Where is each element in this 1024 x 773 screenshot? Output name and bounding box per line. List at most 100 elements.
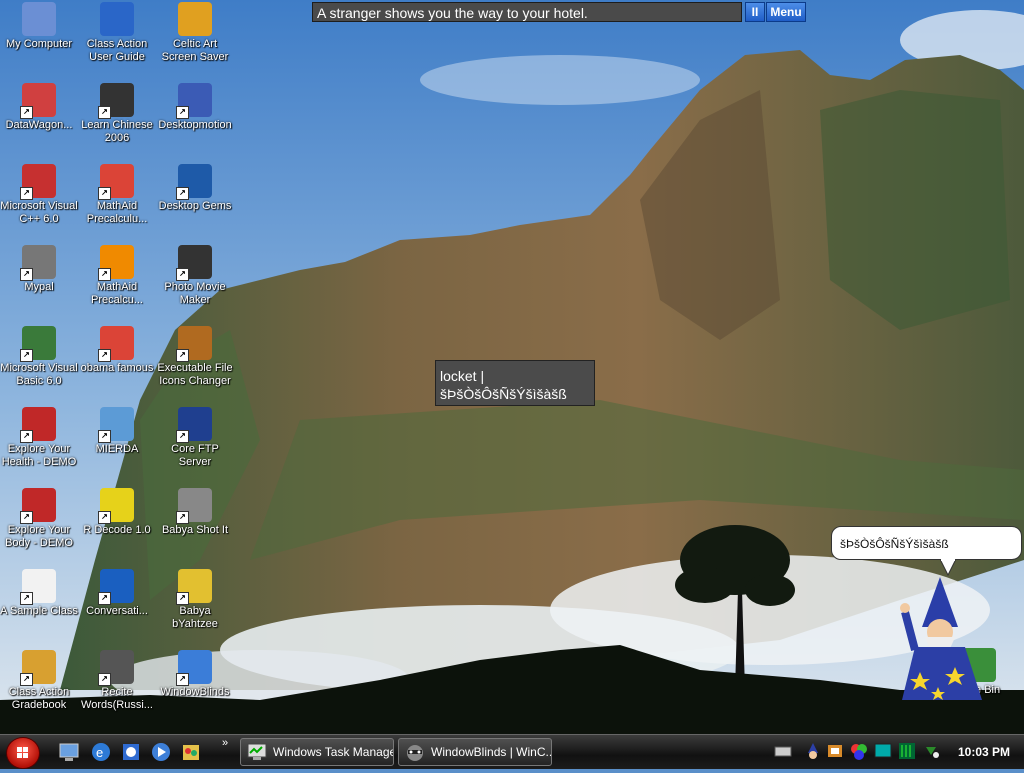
desktop-icon[interactable]: ↗ Conversati... <box>78 569 156 618</box>
desktopmotion-icon: ↗ <box>176 83 212 119</box>
desktop-icon[interactable]: ↗ MIERDA <box>78 407 156 456</box>
desktop-icon[interactable]: ↗ R Decode 1.0 <box>78 488 156 537</box>
desktop-icon-label: MathAid Precalcu... <box>91 281 143 306</box>
desktop-icon[interactable]: ↗ Microsoft Visual C++ 6.0 <box>0 164 78 226</box>
ftp-icon: ↗ <box>176 407 212 443</box>
shortcut-arrow-icon: ↗ <box>176 592 189 605</box>
shortcut-arrow-icon: ↗ <box>20 673 33 686</box>
raccoon-icon: ↗ <box>20 245 56 281</box>
media-player-icon[interactable] <box>150 741 172 763</box>
wizard-tray-icon[interactable] <box>804 741 822 761</box>
desktop-icon-label: WindowBlinds <box>160 686 230 698</box>
outlook-icon[interactable] <box>120 741 142 763</box>
desktop-icon[interactable]: ↗ Recite Words(Russi... <box>78 650 156 712</box>
computer-icon <box>22 2 56 36</box>
task-manager-icon <box>247 743 267 760</box>
shortcut-arrow-icon: ↗ <box>98 511 111 524</box>
task-windowblinds[interactable]: WindowBlinds | WinC... <box>398 738 552 766</box>
conversation-icon: ↗ <box>98 569 134 605</box>
icon-changer-icon: ↗ <box>176 326 212 362</box>
desktop-icon-label: DataWagon... <box>5 119 73 131</box>
quick-launch-more[interactable]: » <box>222 737 228 749</box>
desktop-icon-label: Learn Chinese 2006 <box>81 119 153 144</box>
chrome-icon: ↗ <box>98 326 134 362</box>
dice-icon: ↗ <box>176 569 212 605</box>
wizard-assistant-icon[interactable] <box>900 572 990 702</box>
chinese-char-icon: ↗ <box>98 83 134 119</box>
network-icon[interactable] <box>826 741 844 761</box>
desktop-icon-label: Core FTP Server <box>171 443 219 468</box>
desktop-icon[interactable]: ↗ Core FTP Server <box>156 407 234 469</box>
desktop-icon-label: Class Action User Guide <box>86 38 148 63</box>
desktop-icon-label: Executable File Icons Changer <box>157 362 233 387</box>
desktop-icon[interactable]: ↗ Photo Movie Maker <box>156 245 234 307</box>
desktop-icon[interactable]: ↗ Desktop Gems <box>156 164 234 213</box>
explore-health-icon: ↗ <box>20 407 56 443</box>
matrix-tray-icon[interactable] <box>898 741 916 761</box>
desktop-icon-label: Microsoft Visual C++ 6.0 <box>0 200 78 225</box>
taskbar-clock[interactable]: 10:03 PM <box>944 735 1024 769</box>
desktop-icon[interactable]: Class Action User Guide <box>78 2 156 64</box>
desktop-icon[interactable]: ↗ Executable File Icons Changer <box>156 326 234 388</box>
desktop-icon[interactable]: Celtic Art Screen Saver <box>156 2 234 64</box>
desktop-icon[interactable]: ↗ Explore Your Body - DEMO <box>0 488 78 550</box>
safely-remove-icon[interactable] <box>922 741 940 761</box>
gradebook-icon: ↗ <box>20 650 56 686</box>
desktop-icon[interactable]: ↗ Desktopmotion <box>156 83 234 132</box>
desktop-icon[interactable]: ↗ MathAid Precalculu... <box>78 164 156 226</box>
desktop-icon-label: MIERDA <box>95 443 139 455</box>
shortcut-arrow-icon: ↗ <box>176 187 189 200</box>
document-pen-icon: ↗ <box>20 569 56 605</box>
desktop-icon[interactable]: ↗ A Sample Class <box>0 569 78 618</box>
pause-button[interactable]: II <box>745 2 765 22</box>
shortcut-arrow-icon: ↗ <box>98 430 111 443</box>
desktop-icon[interactable]: ↗ Class Action Gradebook <box>0 650 78 712</box>
desktop-icon-label: Babya bYahtzee <box>172 605 218 630</box>
word-translation-popup: locket | šÞšÒšÔšÑšÝšìšàšß <box>435 360 595 406</box>
help-icon <box>100 2 134 36</box>
monitor-tray-icon[interactable] <box>874 741 892 761</box>
desktop-icon-label: My Computer <box>5 38 73 50</box>
shortcut-arrow-icon: ↗ <box>98 187 111 200</box>
camera-icon: ↗ <box>176 488 212 524</box>
keyboard-icon[interactable] <box>774 741 792 761</box>
desktop-icon[interactable]: ↗ Babya Shot It <box>156 488 234 537</box>
desktop-icon-label: Celtic Art Screen Saver <box>161 38 229 63</box>
taskbar: e » Windows Task Manager WindowBlinds | … <box>0 734 1024 769</box>
shortcut-arrow-icon: ↗ <box>176 430 189 443</box>
desktop-icon[interactable]: ↗ obama famous <box>78 326 156 375</box>
shortcut-arrow-icon: ↗ <box>98 592 111 605</box>
task-label: Windows Task Manager <box>273 745 394 759</box>
desktop-icon-label: Desktopmotion <box>158 119 232 131</box>
shortcut-arrow-icon: ↗ <box>20 430 33 443</box>
paint-icon[interactable] <box>180 741 202 763</box>
desktop-icon[interactable]: My Computer <box>0 2 78 51</box>
desktop-icon[interactable]: ↗ Babya bYahtzee <box>156 569 234 631</box>
shortcut-arrow-icon: ↗ <box>98 673 111 686</box>
desktop-icon-label: A Sample Class <box>0 605 78 617</box>
desktop-icon-label: Recite Words(Russi... <box>81 686 153 711</box>
start-button[interactable] <box>6 737 40 769</box>
internet-explorer-icon[interactable]: e <box>90 741 112 763</box>
desktop-icon[interactable]: ↗ Explore Your Health - DEMO <box>0 407 78 469</box>
menu-button[interactable]: Menu <box>766 2 806 22</box>
desktop-icon[interactable]: ↗ WindowBlinds <box>156 650 234 699</box>
windows-flag-icon <box>178 2 212 36</box>
tip-ticker: A stranger shows you the way to your hot… <box>312 2 742 22</box>
task-windows-task-manager[interactable]: Windows Task Manager <box>240 738 394 766</box>
desktop-icon[interactable]: ↗ DataWagon... <box>0 83 78 132</box>
desktop-icon[interactable]: ↗ Learn Chinese 2006 <box>78 83 156 145</box>
desktop-icon[interactable]: ↗ Mypal <box>0 245 78 294</box>
shortcut-arrow-icon: ↗ <box>20 268 33 281</box>
shortcut-arrow-icon: ↗ <box>98 268 111 281</box>
desktop-icon-label: Explore Your Health - DEMO <box>1 443 77 468</box>
recite-icon: ↗ <box>98 650 134 686</box>
colorful-tray-icon[interactable] <box>850 741 868 761</box>
raccoon-icon <box>407 745 423 761</box>
document-icon: ↗ <box>98 407 134 443</box>
desktop-icon[interactable]: ↗ Microsoft Visual Basic 6.0 <box>0 326 78 388</box>
desktop-icon-label: Microsoft Visual Basic 6.0 <box>0 362 78 387</box>
show-desktop-icon[interactable] <box>58 741 80 763</box>
assistant-speech-bubble: šÞšÒšÔšÑšÝšìšàšß <box>831 526 1022 560</box>
desktop-icon[interactable]: ↗ MathAid Precalcu... <box>78 245 156 307</box>
